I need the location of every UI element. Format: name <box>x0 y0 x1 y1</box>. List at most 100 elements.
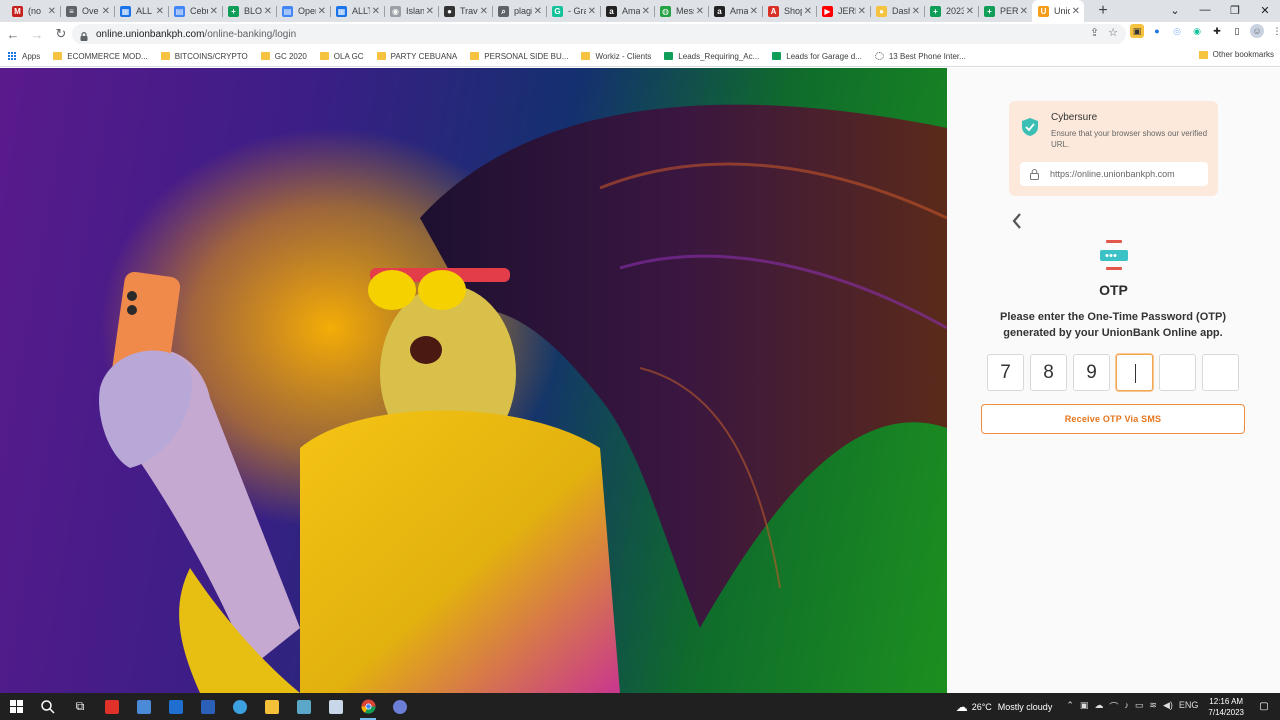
chevron-down-icon[interactable]: ⌄ <box>1160 0 1190 20</box>
wifi-icon[interactable]: ≋ <box>1149 700 1157 713</box>
otp-digit-6[interactable] <box>1202 354 1239 391</box>
app-blue-icon[interactable] <box>192 693 224 720</box>
calculator-icon[interactable] <box>320 693 352 720</box>
display-icon[interactable]: ▭ <box>1135 700 1144 713</box>
side-panel-icon[interactable]: ▯ <box>1230 24 1244 38</box>
notification-icon[interactable]: ▢ <box>1254 701 1274 712</box>
tab-close-icon[interactable]: ✕ <box>264 6 272 17</box>
extension-g-icon[interactable]: ◉ <box>1190 24 1204 38</box>
app-red-icon[interactable] <box>96 693 128 720</box>
windows-start-icon[interactable] <box>0 693 32 720</box>
browser-tab[interactable]: G - Gram✕ <box>546 0 600 22</box>
language-indicator[interactable]: ENG <box>1179 700 1199 713</box>
bookmark-item[interactable]: 13 Best Phone Inter... <box>874 52 966 61</box>
browser-tab[interactable]: ▤ Cebu Is✕ <box>168 0 222 22</box>
tab-close-icon[interactable]: ✕ <box>426 6 434 17</box>
tab-close-icon[interactable]: ✕ <box>534 6 542 17</box>
extension-blue-icon[interactable]: ● <box>1150 24 1164 38</box>
bookmark-item[interactable]: GC 2020 <box>260 52 307 61</box>
browser-tab[interactable]: U Unio✕ <box>1032 0 1084 22</box>
network-icon[interactable]: ⌒ <box>1109 700 1118 713</box>
browser-tab[interactable]: ⌕ plagiar✕ <box>492 0 546 22</box>
browser-tab[interactable]: + PERSO✕ <box>978 0 1032 22</box>
back-button[interactable]: ← <box>2 23 24 45</box>
browser-tab[interactable]: ▦ ALL TIM✕ <box>114 0 168 22</box>
bookmark-item[interactable]: PARTY CEBUANA <box>376 52 457 61</box>
new-tab-button[interactable]: + <box>1092 0 1114 22</box>
other-bookmarks[interactable]: Other bookmarks <box>1198 50 1274 59</box>
tab-close-icon[interactable]: ✕ <box>696 6 704 17</box>
tab-close-icon[interactable]: ✕ <box>1020 6 1028 17</box>
otp-digit-1[interactable]: 7 <box>987 354 1024 391</box>
browser-tab[interactable]: ◉ Island H✕ <box>384 0 438 22</box>
tab-close-icon[interactable]: ✕ <box>1072 6 1080 17</box>
mail-icon[interactable] <box>160 693 192 720</box>
otp-digit-5[interactable] <box>1159 354 1196 391</box>
extensions-puzzle-icon[interactable]: ✚ <box>1210 24 1224 38</box>
browser-tab[interactable]: ▶ JERL IN✕ <box>816 0 870 22</box>
tab-close-icon[interactable]: ✕ <box>318 6 326 17</box>
file-explorer-icon[interactable] <box>256 693 288 720</box>
browser-tab[interactable]: ◍ Messag✕ <box>654 0 708 22</box>
store-icon[interactable] <box>128 693 160 720</box>
app-compass-icon[interactable] <box>224 693 256 720</box>
browser-tab[interactable]: + BLOG G✕ <box>222 0 276 22</box>
receive-otp-sms-button[interactable]: Receive OTP Via SMS <box>981 404 1245 434</box>
tab-close-icon[interactable]: ✕ <box>588 6 596 17</box>
app-settings-icon[interactable] <box>384 693 416 720</box>
browser-tab[interactable]: +2023 - S✕ <box>924 0 978 22</box>
search-icon[interactable] <box>32 693 64 720</box>
bookmark-item[interactable]: Workiz - Clients <box>581 52 651 61</box>
bookmark-star-icon[interactable]: ☆ <box>1108 26 1118 39</box>
maximize-icon[interactable]: ❐ <box>1220 0 1250 20</box>
tab-close-icon[interactable]: ✕ <box>372 6 380 17</box>
profile-avatar-icon[interactable]: ☺ <box>1250 24 1264 38</box>
menu-kebab-icon[interactable]: ⋮ <box>1270 24 1280 38</box>
bookmark-item[interactable]: OLA GC <box>319 52 364 61</box>
address-bar[interactable]: online.unionbankph.com/online-banking/lo… <box>72 24 1126 44</box>
close-icon[interactable]: ✕ <box>1250 0 1280 20</box>
task-view-icon[interactable]: ⧉ <box>64 693 96 720</box>
share-icon[interactable]: ⇪ <box>1090 26 1099 39</box>
browser-tab[interactable]: a Amazo✕ <box>708 0 762 22</box>
tab-close-icon[interactable]: ✕ <box>966 6 974 17</box>
otp-digit-3[interactable]: 9 <box>1073 354 1110 391</box>
bookmark-item[interactable]: ECOMMERCE MOD... <box>53 52 148 61</box>
browser-tab[interactable]: ≡ Ove ✕ <box>60 0 114 22</box>
browser-tab[interactable]: A Shop yo✕ <box>762 0 816 22</box>
browser-tab[interactable]: M (no ✕ <box>6 0 60 22</box>
browser-tab[interactable]: ▤ Operat✕ <box>276 0 330 22</box>
extension-badge-icon[interactable]: ▣ <box>1130 24 1144 38</box>
weather-widget[interactable]: ☁ 26°C Mostly cloudy <box>956 700 1053 714</box>
browser-tab[interactable]: ▦ ALLTIM✕ <box>330 0 384 22</box>
tab-close-icon[interactable]: ✕ <box>912 6 920 17</box>
tab-close-icon[interactable]: ✕ <box>642 6 650 17</box>
bookmark-item[interactable]: PERSONAL SIDE BU... <box>470 52 568 61</box>
otp-digit-2[interactable]: 8 <box>1030 354 1067 391</box>
microphone-icon[interactable]: ♪ <box>1124 700 1129 713</box>
tab-close-icon[interactable]: ✕ <box>102 6 110 17</box>
bookmark-item[interactable]: Leads for Garage d... <box>772 52 862 61</box>
chrome-icon[interactable] <box>352 693 384 720</box>
bookmark-item[interactable]: Apps <box>8 51 40 61</box>
chevron-up-icon[interactable]: ⌃ <box>1066 700 1074 713</box>
forward-button[interactable]: → <box>26 23 48 45</box>
reload-button[interactable]: ↻ <box>50 23 72 45</box>
tab-close-icon[interactable]: ✕ <box>48 6 56 17</box>
browser-tab[interactable]: ● Travel T✕ <box>438 0 492 22</box>
tab-close-icon[interactable]: ✕ <box>858 6 866 17</box>
tab-close-icon[interactable]: ✕ <box>480 6 488 17</box>
tab-close-icon[interactable]: ✕ <box>750 6 758 17</box>
cloud-sync-icon[interactable]: ☁ <box>1094 700 1103 713</box>
browser-tab[interactable]: ● Dashbo✕ <box>870 0 924 22</box>
back-chevron-icon[interactable] <box>1010 211 1024 231</box>
tab-close-icon[interactable]: ✕ <box>156 6 164 17</box>
tab-close-icon[interactable]: ✕ <box>210 6 218 17</box>
lock-icon[interactable] <box>80 30 88 41</box>
minimize-icon[interactable]: — <box>1190 0 1220 20</box>
otp-digit-4[interactable] <box>1116 354 1153 391</box>
bookmark-item[interactable]: BITCOINS/CRYPTO <box>160 52 248 61</box>
tray-app-icon[interactable]: ▣ <box>1080 700 1089 713</box>
clock[interactable]: 12:16 AM 7/14/2023 <box>1208 696 1244 718</box>
volume-icon[interactable]: ◀) <box>1163 700 1173 713</box>
